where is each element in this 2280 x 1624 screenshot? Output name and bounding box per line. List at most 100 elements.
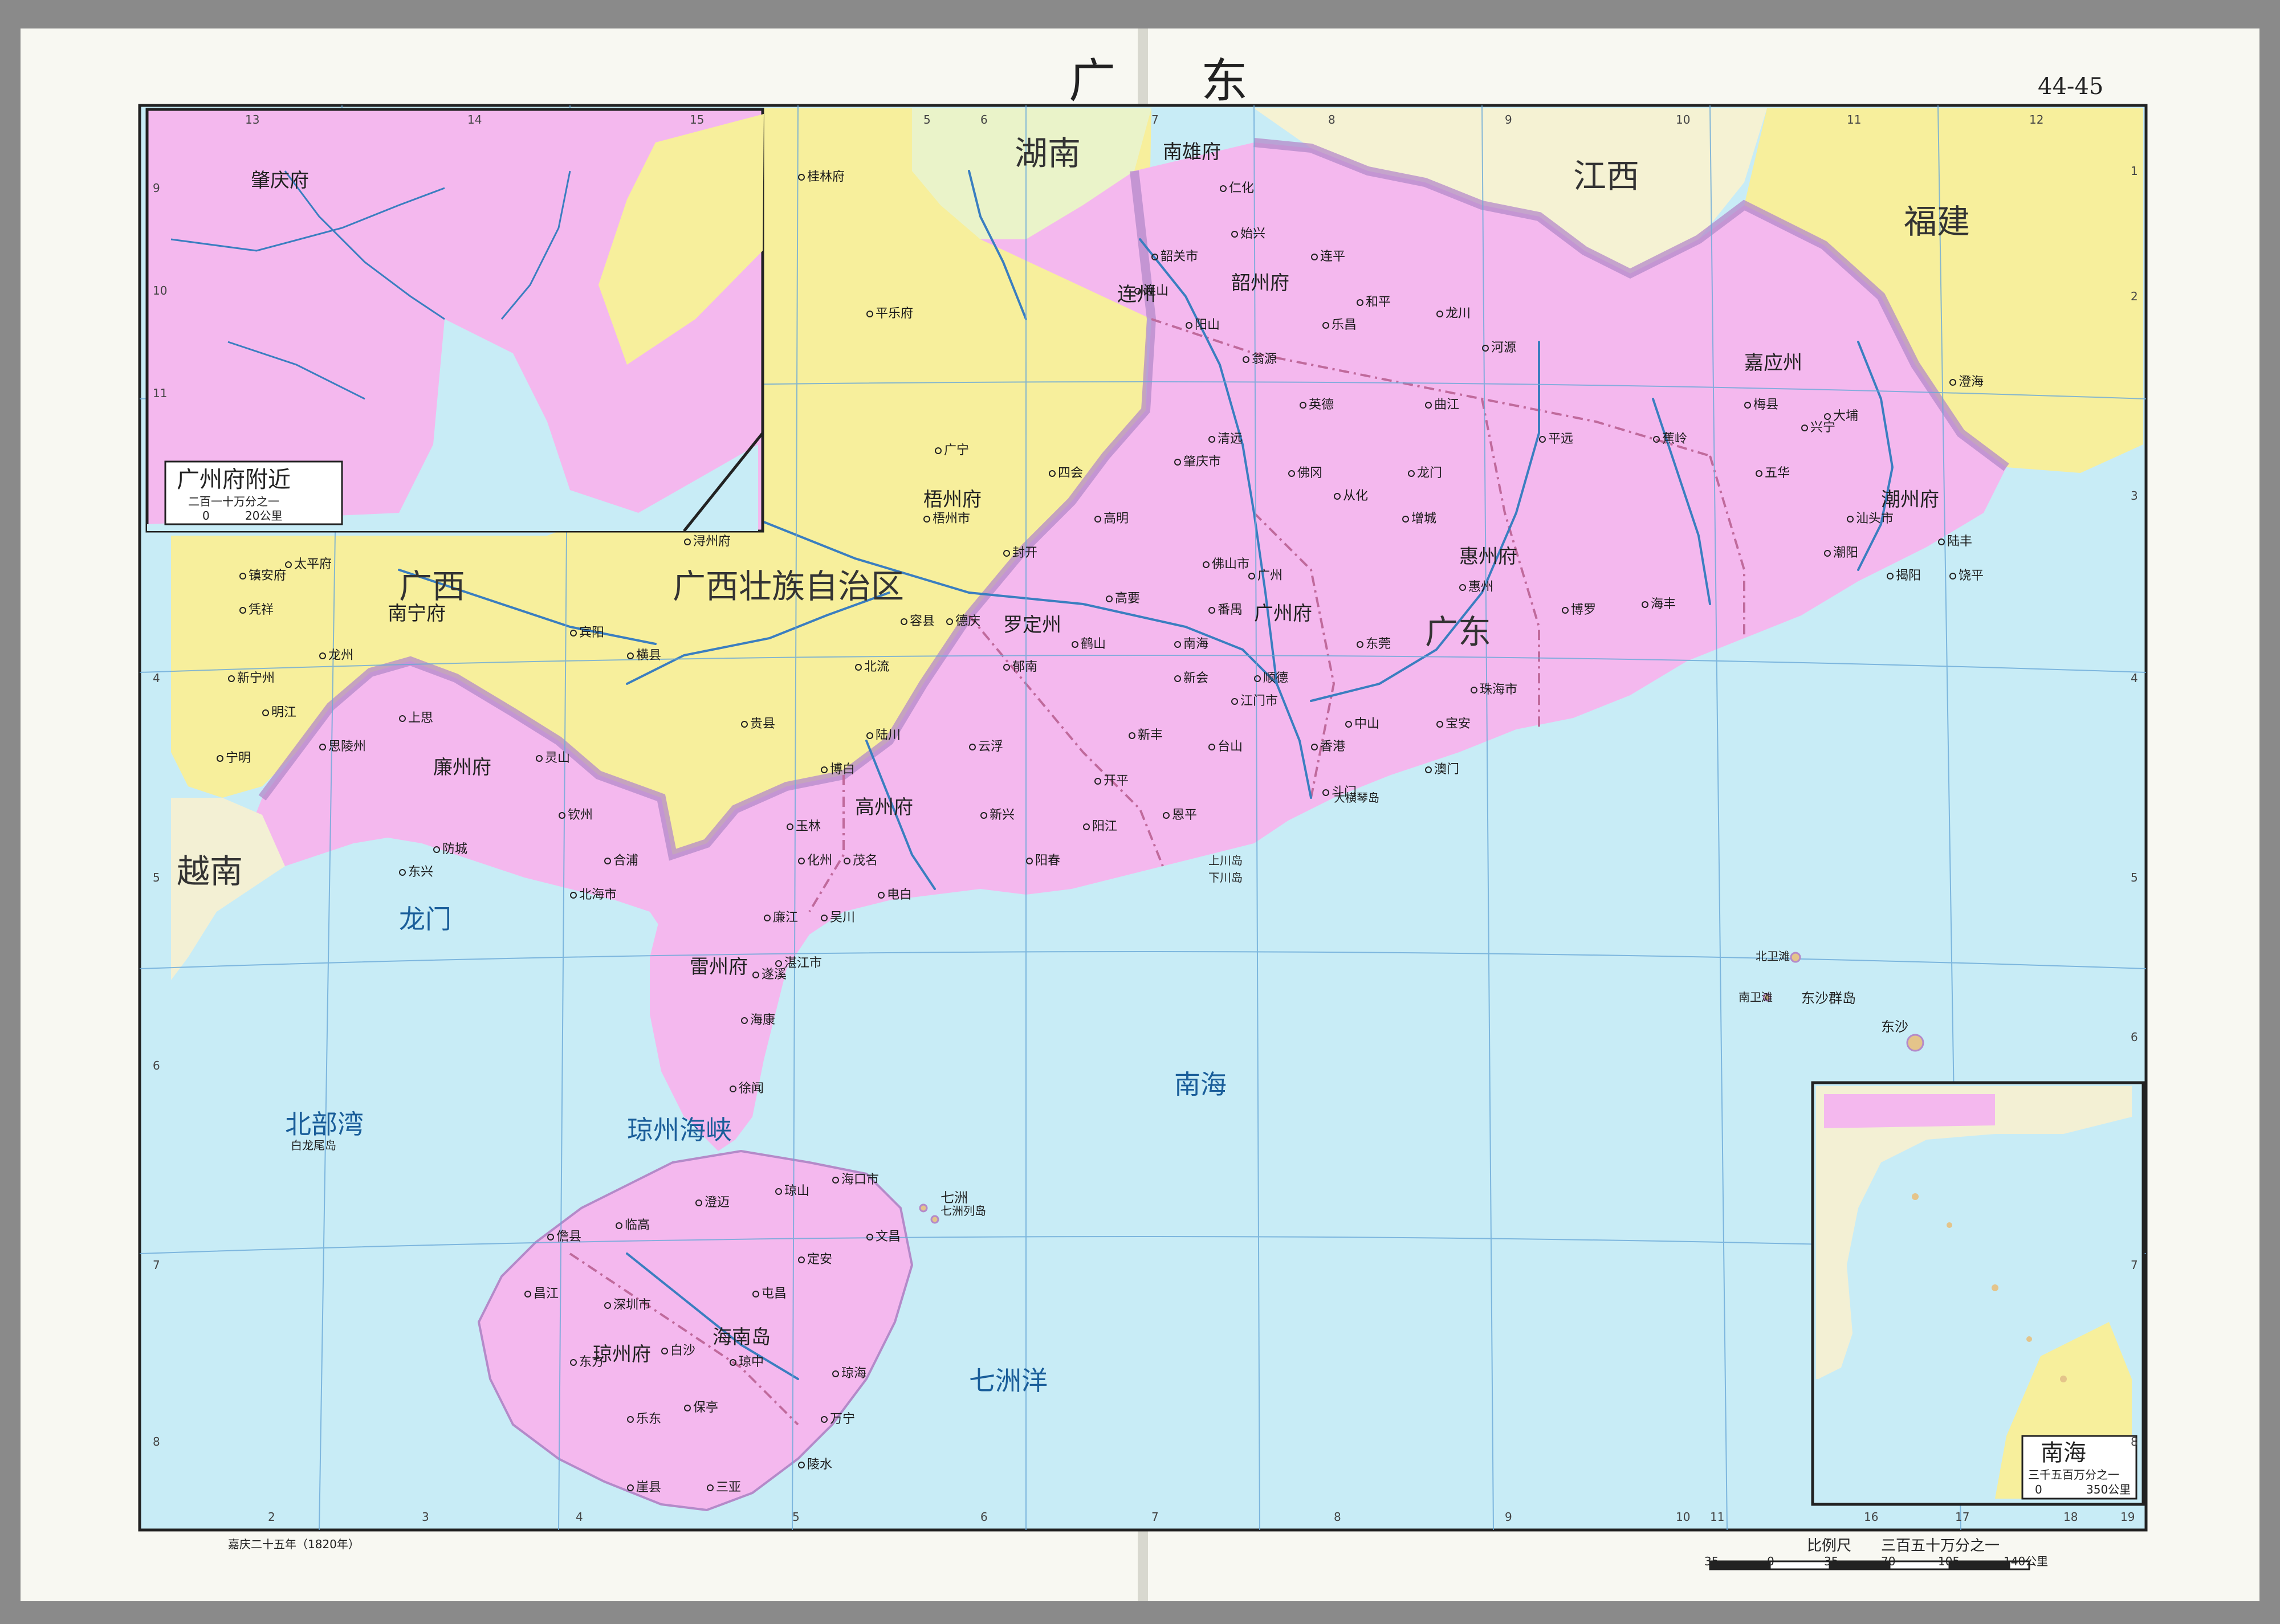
city-marker-icon <box>228 675 235 682</box>
city-label: 郁南 <box>1003 661 1037 674</box>
city-marker-icon <box>798 1256 805 1263</box>
city-marker-icon <box>775 1188 782 1195</box>
city-marker-icon <box>1026 858 1033 864</box>
city-label: 陆川 <box>866 729 901 742</box>
city-marker-icon <box>1174 459 1181 466</box>
city-label: 崖县 <box>627 1482 661 1494</box>
city-marker-icon <box>627 1484 634 1491</box>
city-label: 梅县 <box>1744 399 1778 411</box>
city-marker-icon <box>1243 356 1249 363</box>
city-label: 饶平 <box>1949 570 1984 582</box>
city-marker-icon <box>627 652 634 659</box>
prefecture-label: 嘉应州 <box>1744 352 1802 374</box>
city-marker-icon <box>684 538 691 545</box>
city-marker-icon <box>319 652 326 659</box>
city-marker-icon <box>821 766 828 773</box>
city-label: 定安 <box>798 1254 832 1266</box>
page-number: 44-45 <box>2038 74 2104 100</box>
city-label: 澄迈 <box>695 1197 730 1209</box>
city-label: 澄海 <box>1949 376 1984 389</box>
city-label: 保亭 <box>684 1402 718 1414</box>
city-marker-icon <box>1322 789 1329 796</box>
city-marker-icon <box>1208 744 1215 750</box>
city-label: 上思 <box>399 712 433 725</box>
city-label: 广州 <box>1248 570 1282 582</box>
city-label: 博白 <box>821 764 855 776</box>
city-label: 乐东 <box>627 1413 661 1426</box>
city-marker-icon <box>559 812 565 819</box>
city-marker-icon <box>1003 664 1010 671</box>
scale-tick: 0 <box>1767 1554 1774 1568</box>
prefecture-label: 梧州府 <box>923 488 982 511</box>
city-marker-icon <box>775 960 782 967</box>
grid-column-label: 16 <box>1864 1510 1879 1524</box>
city-label: 顺德 <box>1254 672 1288 685</box>
city-marker-icon <box>980 812 987 819</box>
city-label: 封开 <box>1003 547 1037 560</box>
city-marker-icon <box>547 1234 554 1241</box>
city-label: 三亚 <box>707 1482 741 1494</box>
inset-guangzhou-tick: 20公里 <box>245 509 283 523</box>
grid-column-label: 3 <box>422 1510 429 1524</box>
scale-tick: 70 <box>1881 1554 1896 1568</box>
grid-row-label: 3 <box>2131 489 2138 503</box>
city-marker-icon <box>1847 516 1854 523</box>
city-label: 高明 <box>1094 513 1129 525</box>
city-label: 斗门 <box>1322 786 1357 799</box>
scale-tick: 35 <box>1824 1554 1839 1568</box>
city-label: 中山 <box>1345 718 1379 731</box>
prefecture-label: 高州府 <box>855 796 913 819</box>
city-label: 电白 <box>878 889 912 901</box>
city-marker-icon <box>570 892 577 899</box>
city-label: 白沙 <box>661 1345 695 1357</box>
city-label: 贵县 <box>741 718 775 731</box>
city-marker-icon <box>901 618 907 625</box>
city-label: 龙州 <box>319 650 353 662</box>
city-marker-icon <box>604 1302 611 1309</box>
grid-column-label: 4 <box>576 1510 583 1524</box>
grid-column-label: 19 <box>2120 1510 2135 1524</box>
grid-column-label: 9 <box>1505 1510 1512 1524</box>
grid-column-label: 13 <box>245 113 260 127</box>
city-marker-icon <box>1334 493 1341 500</box>
city-marker-icon <box>1949 573 1956 580</box>
city-marker-icon <box>570 630 577 636</box>
city-label: 增城 <box>1402 513 1436 525</box>
city-marker-icon <box>1208 436 1215 443</box>
city-label: 宁明 <box>217 752 251 765</box>
grid-row-label: 6 <box>2131 1030 2138 1044</box>
city-marker-icon <box>1801 425 1808 431</box>
city-label: 番禺 <box>1208 604 1243 617</box>
city-label: 兴宁 <box>1801 422 1835 434</box>
region-guangxi-zhuang: 广西壮族自治区 <box>673 567 905 606</box>
city-label: 云浮 <box>969 741 1003 753</box>
city-label: 平乐府 <box>866 308 913 320</box>
prefecture-label: 雷州府 <box>690 956 748 978</box>
grid-column-label: 5 <box>792 1510 800 1524</box>
scale-tick: 140公里 <box>2004 1554 2049 1568</box>
city-marker-icon <box>1248 573 1255 580</box>
grid-column-label: 12 <box>2029 113 2044 127</box>
city-label: 深圳市 <box>604 1299 651 1312</box>
city-marker-icon <box>1425 402 1432 409</box>
island-label: 七洲列岛 <box>940 1204 986 1218</box>
city-marker-icon <box>707 1484 714 1491</box>
city-label: 汕头市 <box>1847 513 1894 525</box>
city-label: 玉林 <box>787 821 821 833</box>
city-label: 梧州市 <box>923 513 970 525</box>
city-label: 仁化 <box>1220 182 1254 195</box>
city-marker-icon <box>1186 322 1192 329</box>
city-marker-icon <box>821 915 828 921</box>
city-marker-icon <box>684 1405 691 1411</box>
city-label: 海康 <box>741 1014 775 1027</box>
city-label: 思陵州 <box>319 741 366 753</box>
city-marker-icon <box>1151 254 1158 260</box>
city-label: 佛山市 <box>1203 558 1249 571</box>
city-marker-icon <box>866 311 873 317</box>
city-label: 五华 <box>1756 467 1790 480</box>
city-marker-icon <box>741 1017 748 1024</box>
city-marker-icon <box>1300 402 1306 409</box>
city-label: 宝安 <box>1436 718 1471 731</box>
city-marker-icon <box>730 1086 736 1092</box>
city-marker-icon <box>1756 470 1762 477</box>
